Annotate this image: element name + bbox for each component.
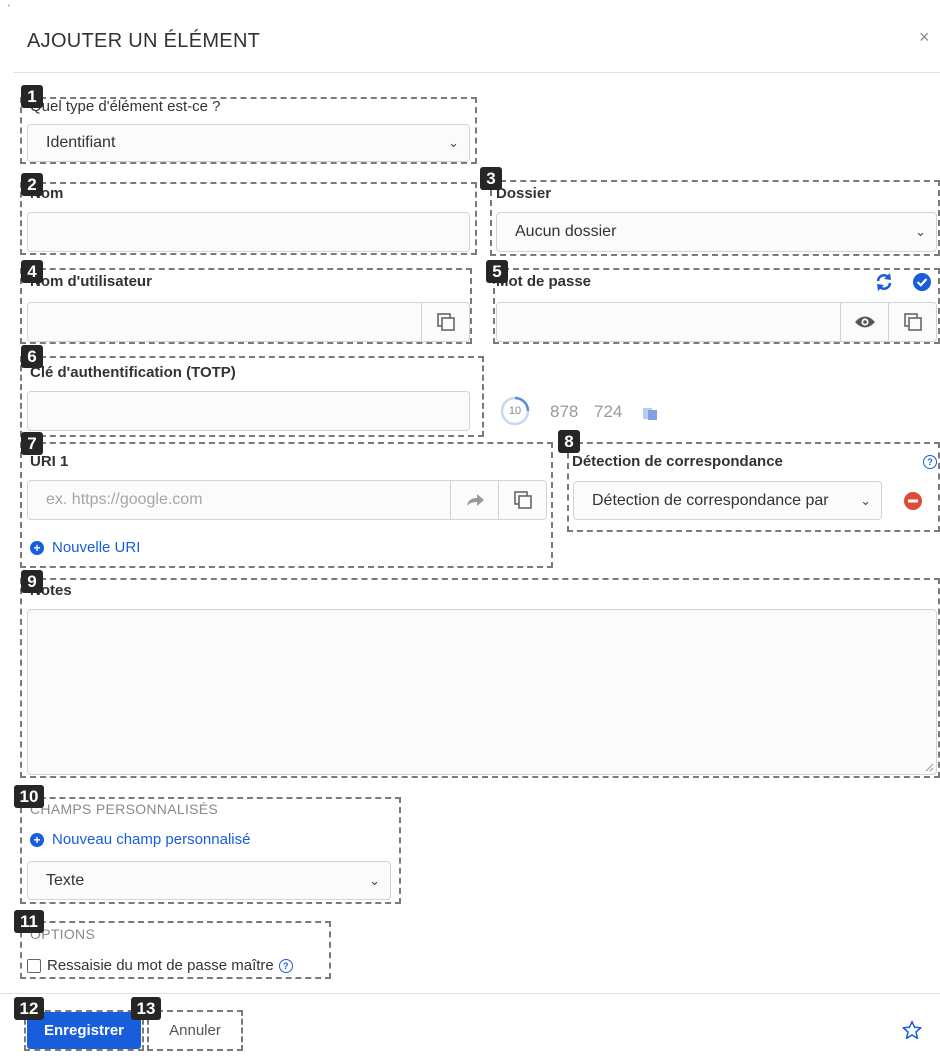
launch-icon (466, 494, 484, 506)
add-uri-label: Nouvelle URI (52, 539, 141, 556)
star-icon[interactable] (902, 1020, 922, 1040)
uri-placeholder: ex. https://google.com (46, 491, 203, 508)
add-custom-field-link[interactable]: + Nouveau champ personnalisé (30, 831, 250, 848)
annotation-badge-9: 9 (21, 570, 43, 593)
annotation-badge-8: 8 (558, 430, 580, 453)
copy-icon (436, 313, 455, 331)
footer-divider (0, 993, 940, 994)
reprompt-label: Ressaisie du mot de passe maître (47, 957, 274, 974)
reprompt-option[interactable]: Ressaisie du mot de passe maître ? (27, 957, 293, 974)
add-custom-field-label: Nouveau champ personnalisé (52, 831, 251, 848)
copy-icon (513, 491, 532, 509)
annotation-badge-11: 11 (14, 910, 44, 933)
chevron-down-icon: ⌄ (915, 224, 926, 239)
annotation-badge-10: 10 (14, 785, 44, 808)
annotation-badge-3: 3 (480, 167, 502, 190)
add-uri-link[interactable]: + Nouvelle URI (30, 539, 140, 556)
copy-icon (903, 313, 922, 331)
annotation-badge-12: 12 (14, 997, 44, 1020)
close-icon[interactable]: × (919, 27, 930, 48)
header-divider (13, 72, 940, 73)
uri-input[interactable]: ex. https://google.com (27, 480, 547, 520)
resize-handle-icon[interactable] (924, 762, 934, 772)
annotation-badge-2: 2 (21, 173, 43, 196)
chevron-down-icon: ⌄ (860, 492, 871, 508)
type-select-value: Identifiant (46, 134, 116, 151)
folder-select-value: Aucun dossier (515, 223, 617, 240)
annotation-badge-1: 1 (21, 85, 43, 108)
plus-circle-icon: + (30, 832, 44, 847)
launch-button[interactable] (450, 481, 498, 519)
annotation-badge-4: 4 (21, 260, 43, 283)
eye-icon (854, 316, 875, 328)
custom-field-type-value: Texte (46, 871, 85, 889)
check-circle-icon[interactable] (912, 272, 932, 292)
annotation-badge-6: 6 (21, 345, 43, 368)
totp-input[interactable] (27, 391, 470, 431)
annotation-badge-7: 7 (21, 432, 43, 455)
refresh-icon[interactable] (874, 272, 894, 292)
name-input[interactable] (27, 212, 470, 252)
type-select[interactable]: Identifiant ⌄ (27, 124, 470, 162)
totp-code-part1: 878 (550, 402, 579, 421)
custom-field-type-select[interactable]: Texte ⌄ (27, 861, 391, 900)
dialog-title: AJOUTER UN ÉLÉMENT (27, 30, 261, 52)
folder-select[interactable]: Aucun dossier ⌄ (496, 212, 937, 252)
chevron-down-icon: ⌄ (448, 135, 459, 150)
toggle-visibility-button[interactable] (840, 303, 888, 341)
uri-copy-button[interactable] (498, 481, 546, 519)
help-icon[interactable]: ? (278, 958, 293, 973)
match-detection-select[interactable]: Détection de correspondance par ⌄ (573, 481, 882, 520)
cancel-button[interactable]: Annuler (151, 1012, 239, 1049)
type-label: Quel type d'élément est-ce ? (30, 98, 221, 115)
notes-textarea[interactable] (27, 609, 937, 775)
help-icon[interactable]: ? (923, 455, 937, 469)
uri-label: URI 1 (30, 453, 69, 470)
annotation-badge-5: 5 (486, 260, 508, 283)
chevron-down-icon: ⌄ (369, 872, 380, 888)
totp-countdown: 10 (508, 405, 522, 417)
username-input[interactable] (27, 302, 470, 342)
password-label: Mot de passe (496, 273, 592, 290)
username-copy-button[interactable] (421, 303, 469, 341)
remove-uri-button[interactable] (903, 491, 923, 511)
password-input[interactable] (496, 302, 937, 342)
annotation-badge-13: 13 (131, 997, 161, 1020)
reprompt-checkbox[interactable] (27, 958, 41, 973)
timer-icon: 10 (500, 396, 530, 426)
totp-label: Clé d'authentification (TOTP) (30, 364, 236, 381)
plus-circle-icon: + (30, 540, 44, 555)
password-copy-button[interactable] (888, 303, 936, 341)
totp-copy-icon[interactable] (642, 405, 658, 421)
username-label: Nom d'utilisateur (30, 273, 152, 290)
match-detection-label: Détection de correspondance (572, 453, 783, 470)
custom-fields-heading: CHAMPS PERSONNALISÉS (30, 801, 219, 817)
totp-code-part2: 724 (594, 402, 623, 421)
corner-mark: ' (8, 3, 10, 13)
match-detection-value: Détection de correspondance par (592, 491, 829, 509)
minus-circle-icon (904, 492, 922, 510)
folder-label: Dossier (496, 185, 552, 202)
